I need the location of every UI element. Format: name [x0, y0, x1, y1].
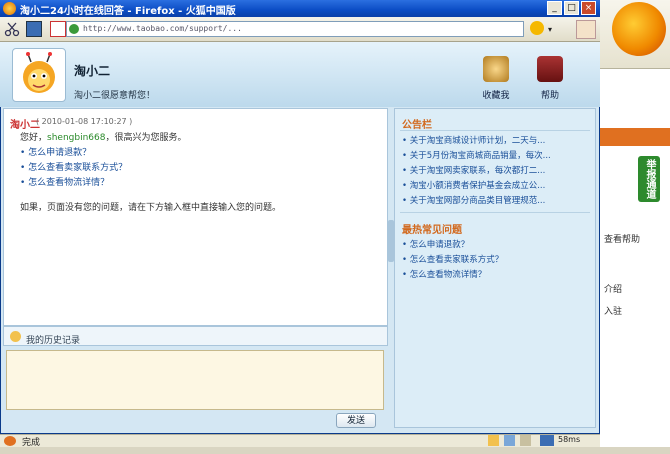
greeting-suffix: ，很高兴为您服务。 [105, 133, 187, 143]
firefox-logo-icon [612, 2, 666, 56]
faq-link[interactable]: • 怎么查看卖家联系方式？ [402, 253, 590, 265]
background-text: 介绍 [604, 285, 623, 295]
address-bar[interactable]: http://www.taobao.com/support/... [66, 21, 524, 37]
load-time: 58ms [558, 435, 581, 444]
addon-icon[interactable] [488, 435, 499, 446]
title-bar[interactable]: 淘小二24小时在线回答 - Firefox - 火狐中国版 _ □ × [0, 0, 600, 17]
message-input[interactable] [6, 350, 384, 410]
chat-suggestion-link[interactable]: • 怎么查看物流详情？ [20, 175, 109, 188]
taskbar [0, 447, 670, 454]
url-text[interactable]: http://www.taobao.com/support/... [83, 24, 519, 33]
close-button[interactable]: × [581, 1, 596, 15]
notice-link[interactable]: • 关于淘宝网部分商品类目管理规范... [402, 194, 590, 206]
scissors-icon[interactable] [4, 21, 20, 37]
favorite-label: 收藏我 [482, 91, 510, 101]
background-report-tab[interactable]: 举报通道 [638, 156, 660, 202]
background-text: 入驻 [604, 307, 623, 317]
addon-icon[interactable] [520, 435, 531, 446]
chat-suggestion-link[interactable]: • 怎么申请退款？ [20, 145, 91, 158]
firefox-icon [4, 436, 16, 446]
chevron-down-icon[interactable]: ▾ [548, 25, 552, 34]
notice-link[interactable]: • 关于5月份淘宝商城商品销量，每次... [402, 149, 590, 161]
emoticon-icon[interactable] [530, 21, 544, 35]
greeting-prefix: 您好， [20, 133, 48, 143]
addon-icon[interactable] [540, 435, 554, 446]
send-button[interactable]: 发送 [336, 413, 376, 428]
notice-title: 公告栏 [402, 120, 432, 131]
background-text[interactable]: 查看帮助 [604, 232, 640, 245]
username: shengbin668 [47, 133, 106, 143]
background-orange-bar [600, 128, 670, 146]
notice-link[interactable]: • 关于淘宝商城设计师计划，二天与... [402, 134, 590, 146]
app-icon [3, 2, 16, 15]
history-link[interactable]: 我的历史记录 [26, 333, 80, 346]
faq-link[interactable]: • 怎么申请退款？ [402, 238, 590, 250]
panel-collapse-handle[interactable] [388, 220, 394, 262]
minimize-button[interactable]: _ [547, 1, 562, 15]
chat-suggestion-link[interactable]: • 怎么查看卖家联系方式？ [20, 160, 127, 173]
bookmark-icon [483, 56, 509, 82]
help-button[interactable]: 帮助 [530, 56, 570, 101]
window-title: 淘小二24小时在线回答 - Firefox - 火狐中国版 [20, 6, 236, 17]
divider [400, 130, 590, 131]
site-icon [69, 24, 79, 34]
history-icon [10, 331, 21, 342]
favorite-button[interactable]: 收藏我 [476, 56, 516, 101]
help-label: 帮助 [540, 91, 559, 101]
help-book-icon [537, 56, 563, 82]
faq-link[interactable]: • 怎么查看物流详情？ [402, 268, 590, 280]
notice-link[interactable]: • 淘宝小额消费者保护基金会成立公... [402, 179, 590, 191]
message-time: ( 2010-01-08 17:10:27 ) [36, 117, 133, 126]
maximize-button[interactable]: □ [564, 1, 579, 15]
avatar [12, 48, 66, 102]
extension-icon[interactable] [576, 20, 596, 39]
addon-icon[interactable] [504, 435, 515, 446]
page-icon[interactable] [50, 21, 66, 37]
notice-link[interactable]: • 关于淘宝网卖家联系，每次都打二... [402, 164, 590, 176]
faq-title: 最热常见问题 [402, 225, 462, 236]
agent-name: 淘小二 [74, 64, 111, 78]
agent-subtitle: 淘小二很愿意帮您！ [74, 91, 156, 101]
instruction-message: 如果，页面没有您的问题，请在下方输入框中直接输入您的问题。 [20, 203, 282, 213]
navigation-bar: http://www.taobao.com/support/... ▾ [0, 17, 600, 42]
greeting-message: 您好，shengbin668，很高兴为您服务。 [20, 130, 186, 143]
save-icon[interactable] [26, 21, 42, 37]
divider [400, 212, 590, 213]
